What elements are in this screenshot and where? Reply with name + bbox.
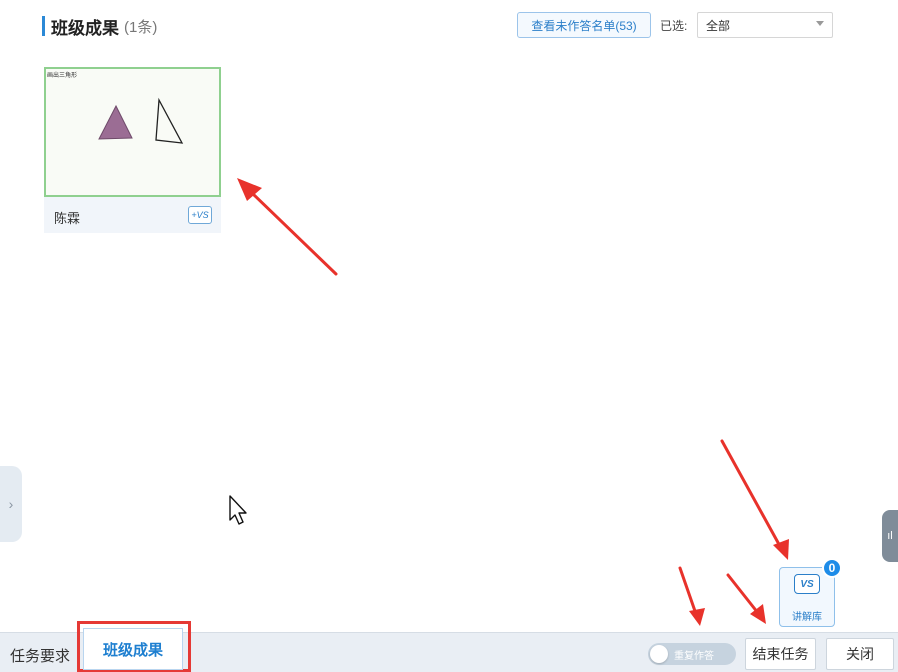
filter-select-value: 全部 — [706, 18, 731, 33]
annotation-arrow — [720, 439, 783, 550]
student-name: 陈霖 — [54, 211, 81, 226]
annotation-arrowhead — [237, 178, 262, 201]
result-card[interactable]: 画出三角形 陈霖 +VS — [44, 67, 221, 233]
chevron-down-icon — [816, 21, 824, 26]
thumbnail-caption: 画出三角形 — [47, 73, 78, 79]
toggle-knob — [650, 645, 668, 663]
expand-right-panel-tab[interactable]: ıl — [882, 510, 898, 562]
annotation-arrowhead — [773, 539, 789, 560]
page-title: 班级成果 — [51, 18, 119, 38]
title-accent-bar — [42, 16, 45, 36]
annotation-arrowhead — [750, 604, 766, 624]
filter-select[interactable]: 全部 — [697, 12, 833, 38]
vs-icon: VS — [794, 574, 820, 594]
annotation-arrow — [678, 566, 698, 616]
outline-triangle — [155, 97, 184, 144]
toggle-label: 重复作答 — [674, 650, 714, 662]
annotation-arrow — [726, 573, 760, 615]
explain-library-label: 讲解库 — [792, 612, 822, 623]
close-button[interactable]: 关闭 — [826, 638, 894, 670]
selected-label: 已选: — [660, 19, 688, 33]
annotation-arrowhead — [689, 608, 705, 626]
explain-library-badge: 0 — [822, 558, 842, 578]
submission-thumbnail[interactable]: 画出三角形 — [44, 67, 221, 197]
result-count: (1条) — [124, 18, 158, 36]
filled-triangle — [98, 104, 133, 140]
tab-task-requirements[interactable]: 任务要求 — [10, 645, 70, 666]
expand-left-panel-tab[interactable]: › — [0, 466, 22, 542]
tab-class-results[interactable]: 班级成果 — [83, 628, 183, 670]
repeat-answer-toggle[interactable]: 重复作答 — [648, 643, 736, 665]
mouse-cursor-icon — [229, 495, 247, 525]
add-vs-icon[interactable]: +VS — [188, 206, 212, 224]
section-header: 班级成果 (1条) — [42, 14, 157, 38]
annotation-arrow — [250, 191, 338, 276]
page: 班级成果 (1条) 查看未作答名单(53) 已选: 全部 画出三角形 陈霖 +V… — [0, 0, 898, 672]
end-task-button[interactable]: 结束任务 — [745, 638, 816, 670]
triangle-drawing — [98, 97, 184, 144]
view-unsubmitted-button[interactable]: 查看未作答名单(53) — [517, 12, 651, 38]
